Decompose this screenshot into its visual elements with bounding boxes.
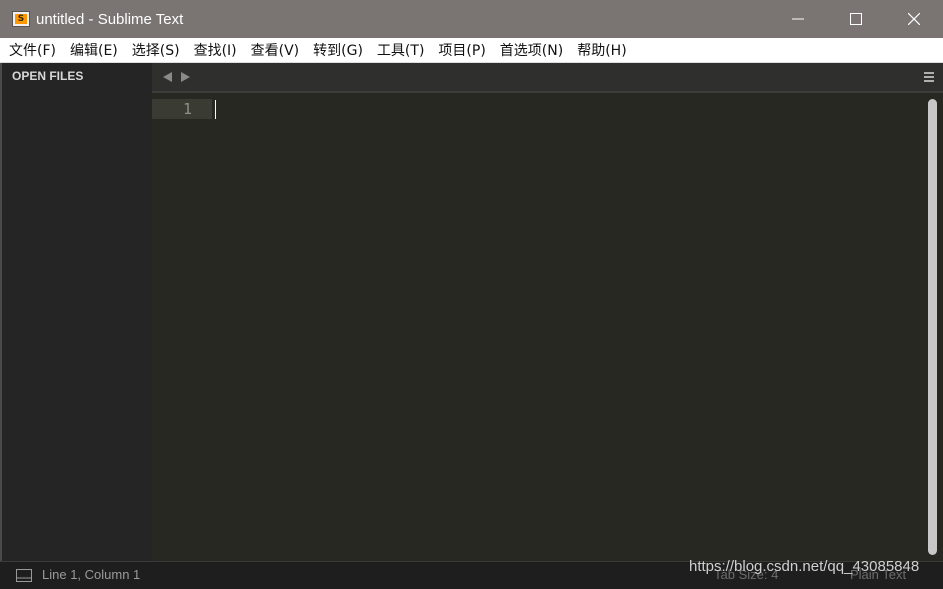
close-icon [908, 13, 920, 25]
menu-view[interactable]: 查看(V) [244, 40, 307, 60]
line-number: 1 [182, 100, 192, 118]
menu-tools[interactable]: 工具(T) [370, 40, 431, 60]
menu-edit[interactable]: 编辑(E) [63, 40, 125, 60]
vertical-scrollbar[interactable] [927, 99, 939, 557]
hamburger-icon[interactable] [924, 72, 934, 82]
tab-bar[interactable] [152, 63, 943, 93]
app-icon-letter: S [15, 14, 27, 24]
menu-find[interactable]: 查找(I) [187, 40, 244, 60]
menu-goto[interactable]: 转到(G) [306, 40, 370, 60]
title-bar[interactable]: S untitled - Sublime Text [0, 0, 943, 38]
watermark-text: https://blog.csdn.net/qq_43085848 [689, 558, 920, 575]
menu-file[interactable]: 文件(F) [0, 40, 63, 60]
sublime-app-icon: S [12, 11, 30, 27]
open-files-heading: OPEN FILES [12, 69, 84, 83]
cursor-position: Line 1, Column 1 [42, 567, 141, 582]
sidebar[interactable]: OPEN FILES [0, 63, 152, 561]
menu-preferences[interactable]: 首选项(N) [493, 40, 570, 60]
close-button[interactable] [885, 0, 943, 38]
scrollbar-thumb[interactable] [928, 99, 937, 555]
maximize-icon [850, 13, 862, 25]
menu-help[interactable]: 帮助(H) [570, 40, 633, 60]
text-caret [215, 100, 216, 119]
minimize-icon [792, 18, 804, 20]
window-controls [769, 0, 943, 38]
chevron-right-icon[interactable] [181, 72, 190, 82]
maximize-button[interactable] [827, 0, 885, 38]
menu-project[interactable]: 项目(P) [431, 40, 492, 60]
editor-area[interactable]: 1 [152, 93, 943, 561]
window-title: untitled - Sublime Text [36, 10, 184, 28]
minimize-button[interactable] [769, 0, 827, 38]
panel-toggle-icon[interactable] [16, 569, 32, 582]
chevron-left-icon[interactable] [163, 72, 172, 82]
menu-selection[interactable]: 选择(S) [125, 40, 187, 60]
menu-bar: 文件(F) 编辑(E) 选择(S) 查找(I) 查看(V) 转到(G) 工具(T… [0, 38, 943, 63]
